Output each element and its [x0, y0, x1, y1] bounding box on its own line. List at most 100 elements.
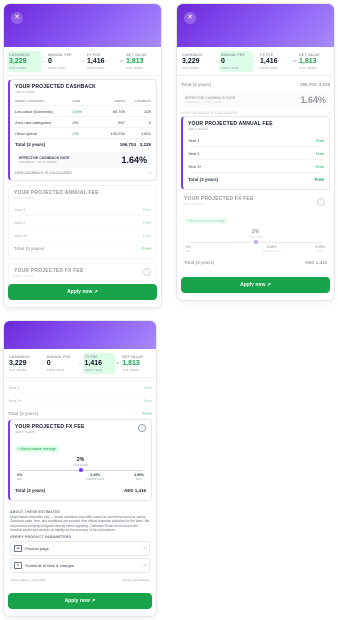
metric-sub: FIRST YEAR [84, 368, 103, 372]
metric-value: 1,416 [87, 58, 105, 65]
rate: 0% [72, 119, 79, 125]
effective-rate-sub: CASHBACK ÷ TOTAL SPEND [19, 160, 57, 164]
report-inaccuracies-link[interactable]: Report inaccuracies [122, 578, 149, 582]
scale-max: 3.99% MAX [134, 473, 144, 481]
screen-annual-fee: ✕ CASHBACK 3,229 3Y/5 YEARS − ANNUAL FEE… [177, 4, 334, 300]
total-spend: 196,704 [119, 142, 136, 147]
total-label: Total (3 years) [15, 142, 46, 147]
total-row: Total (3 years) Free [8, 407, 152, 419]
col-header: SPEND / CATEGORY [15, 99, 45, 103]
plus-icon: + [148, 171, 151, 175]
metric-value: 3,229 [182, 58, 200, 65]
metric-value: 1,416 [84, 360, 103, 367]
metric-sub: 3Y/5 YEARS [182, 66, 200, 70]
max-label: MAX [317, 249, 324, 253]
update-row: Last updated: 1 May 2026 Report inaccura… [10, 575, 150, 585]
metric-fx-fee[interactable]: FX FEE 1,416 FIRST YEAR [82, 353, 116, 374]
metric-cashback[interactable]: CASHBACK 3,229 3Y/5 YEARS [7, 353, 40, 374]
total-cashback: 3,229 [318, 82, 330, 87]
row-value: Free [143, 384, 152, 390]
row-label: Year 1 [14, 206, 26, 212]
total-cashback: 3,229 [139, 142, 151, 147]
metric-sub: FIRST YEAR [260, 66, 278, 70]
minus-operator: − [78, 360, 82, 367]
scale-min: 0% MIN [186, 245, 191, 253]
list-item: Year 2 Free [14, 216, 151, 229]
cashback-card: YOUR PROJECTED CASHBACK AED 3 YEARS SPEN… [8, 79, 157, 181]
cashback-total-row: Total (3 years) 196,704 3,229 [181, 79, 330, 90]
total-spend: 196,704 [299, 82, 317, 87]
metric-cashback[interactable]: CASHBACK 3,229 3Y/5 YEARS [180, 51, 214, 72]
info-icon[interactable]: ? [317, 198, 325, 206]
metric-annual-fee[interactable]: ANNUAL FEE 0 FIRST YEAR [219, 51, 253, 72]
cashback: 0 [148, 119, 151, 125]
row-label: Year 3+ [188, 163, 202, 169]
effective-rate-sub: CASHBACK ÷ TOTAL SPEND [185, 100, 223, 104]
cashback-subtitle: AED 3 YEARS [15, 90, 35, 94]
metric-fx-fee[interactable]: FX FEE 1,416 FIRST YEAR [85, 51, 119, 72]
total-value: AED 1,416 [123, 488, 146, 493]
row-label: Year 1 [188, 137, 200, 143]
list-item: Year 3+ Free [8, 394, 152, 407]
plus-icon: + [327, 111, 330, 115]
cashback: 2,601 [140, 130, 151, 136]
list-item: Year 1 Free [188, 134, 324, 147]
table-row: Lan-value (Domestic) 0.5% 65,709 329 [15, 106, 151, 117]
close-icon[interactable]: ✕ [11, 12, 23, 24]
metric-annual-fee[interactable]: ANNUAL FEE 0 FIRST YEAR [46, 51, 80, 72]
scale-min: 0% MIN [17, 473, 22, 481]
header-banner [4, 321, 156, 349]
verify-title: VERIFY PRODUCT PARAMETERS [10, 535, 72, 540]
scale-avg: 2.49% MARKET AVG [263, 245, 281, 253]
info-icon[interactable]: ? [138, 424, 146, 432]
fx-rate-scale: 2% THIS CARD 0% MIN 2.49% MARKET AVG 3.99% M… [15, 457, 146, 483]
row-label: Year 3+ [14, 232, 28, 238]
col-header: RATE [72, 99, 81, 103]
metric-value: 1,813 [126, 58, 144, 65]
apply-now-button[interactable]: Apply now ↗ [181, 277, 330, 293]
how-calculated-toggle[interactable]: HOW CASHBACK IS CALCULATED + [181, 108, 330, 116]
metric-net-value[interactable]: NET VALUE 1,813 3Y/5 YEARS [297, 51, 331, 72]
last-updated: Last updated: 1 May 2026 [11, 578, 46, 583]
fx-total-row: Total (3 years) AED 1,416 [15, 485, 146, 496]
metric-annual-fee[interactable]: ANNUAL FEE 0 FIRST YEAR [45, 353, 78, 374]
effective-rate-value: 1.64% [300, 95, 326, 105]
metric-cashback[interactable]: CASHBACK 3,229 3Y/5 YEARS [7, 51, 41, 72]
this-card-marker-label: 2% THIS CARD [248, 229, 263, 239]
info-icon[interactable]: ? [143, 268, 151, 276]
how-calculated-label: HOW CASHBACK IS CALCULATED [181, 111, 238, 115]
col-header: SPEND [114, 99, 125, 103]
fx-total-row: Total (3 years) AED 1,416 [184, 257, 327, 268]
list-item: Year 2 Free [8, 381, 152, 394]
this-card-caption: THIS CARD [73, 463, 89, 467]
row-label: Year 2 [14, 219, 26, 225]
metric-net-value[interactable]: NET VALUE 1,813 3Y/5 YEARS [120, 353, 153, 374]
rate: 0.5% [72, 108, 82, 114]
metric-sub: 3Y/5 YEARS [9, 66, 27, 70]
fees-schedule-link[interactable]: $ Schedule of fees & charges ↗ [10, 558, 150, 574]
min-label: MIN [17, 477, 23, 481]
close-icon[interactable]: ✕ [184, 12, 196, 24]
row-value: Free [315, 150, 324, 156]
min-label: MIN [186, 249, 192, 253]
screen-cashback: ✕ CASHBACK 3,229 3Y/5 YEARS − ANNUAL FEE… [4, 4, 161, 307]
apply-now-button[interactable]: Apply now ↗ [8, 284, 157, 300]
fx-fee-subtitle: AED 3 YEARS [15, 430, 35, 434]
metric-fx-fee[interactable]: FX FEE 1,416 FIRST YEAR [258, 51, 292, 72]
metric-net-value[interactable]: NET VALUE 1,813 3Y/5 YEARS [124, 51, 158, 72]
this-card-marker-label: 2% THIS CARD [73, 457, 88, 467]
row-value: Free [142, 410, 152, 416]
product-page-link[interactable]: ▤ Product page ↗ [10, 541, 150, 557]
total-label: Total (3 years) [15, 488, 46, 493]
rate: 2% [72, 130, 79, 136]
col-header: CASHBACK [134, 99, 151, 103]
metric-value: 1,813 [122, 360, 140, 367]
apply-now-button[interactable]: Apply now ↗ [8, 593, 152, 609]
how-calculated-toggle[interactable]: HOW CASHBACK IS CALCULATED + [15, 168, 151, 176]
total-label: Total (3 years) [184, 260, 215, 265]
total-row: Total (3 years) Free [188, 173, 324, 185]
row-label: Total (3 years) [14, 245, 45, 251]
about-text: Model-based estimates only — actual cash… [10, 515, 150, 532]
total-row: Total (3 years) Free [14, 242, 151, 254]
about-title: ABOUT THESE ESTIMATES [10, 510, 61, 514]
